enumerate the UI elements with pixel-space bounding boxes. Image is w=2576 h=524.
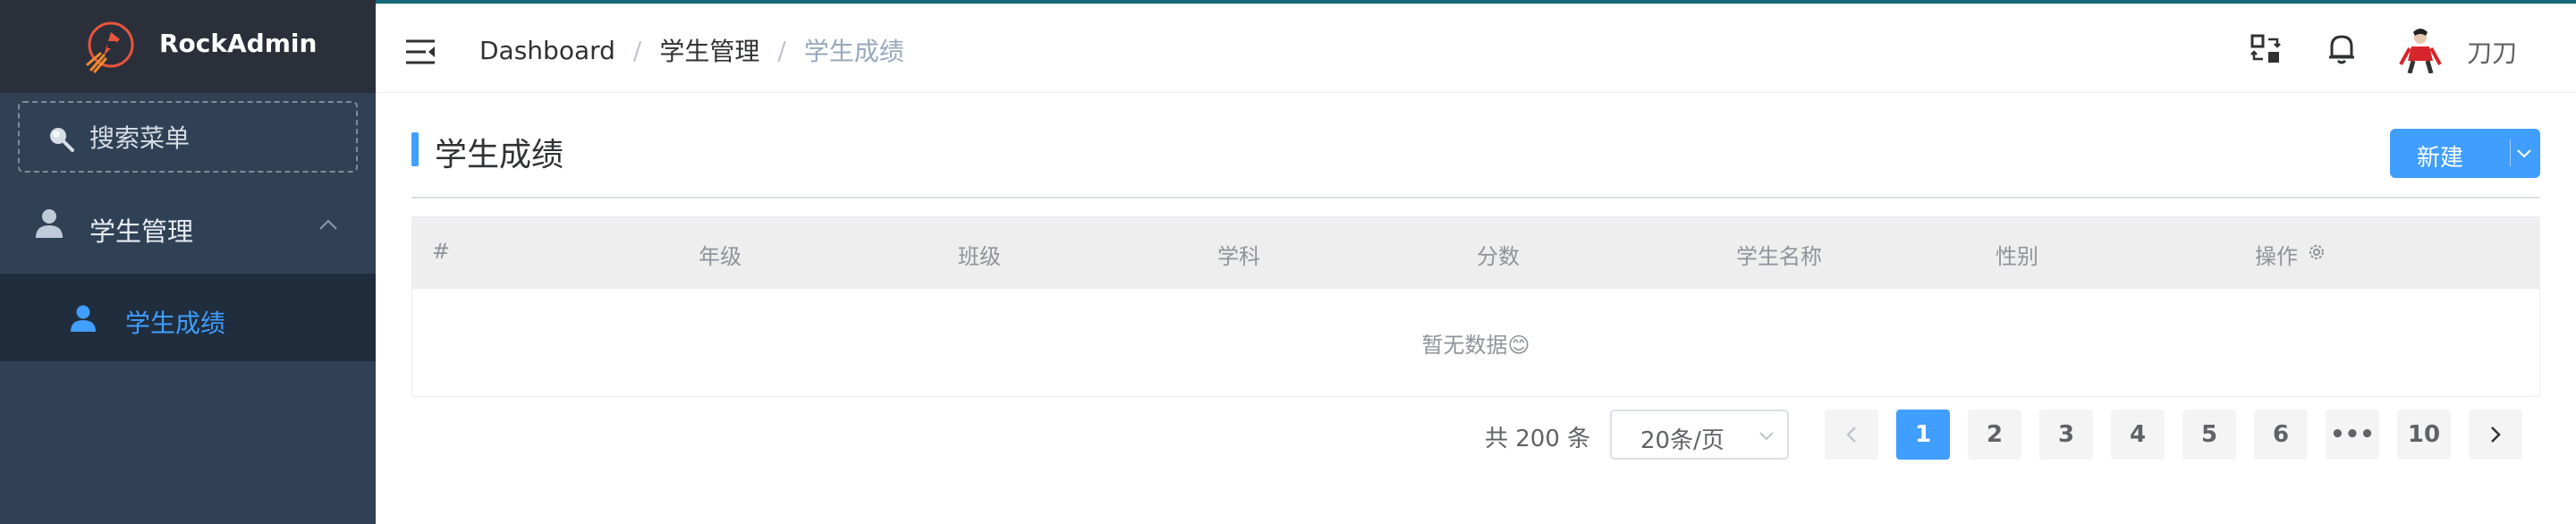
rocket-logo-icon — [86, 21, 134, 73]
page-button-3[interactable]: 3 — [2039, 410, 2093, 460]
column-header-subject: 学科 — [1217, 244, 1260, 269]
brand-name: RockAdmin — [159, 29, 318, 58]
page-size-value: 20条/页 — [1640, 427, 1724, 454]
column-header-student-name: 学生名称 — [1736, 244, 1822, 269]
prev-page-button[interactable] — [1825, 410, 1878, 460]
menu-toggle-icon[interactable] — [406, 39, 435, 64]
sidebar-item-label: 学生成绩 — [125, 308, 226, 338]
page-button-6[interactable]: 6 — [2254, 410, 2308, 460]
breadcrumb: Dashboard / 学生管理 / 学生成绩 — [479, 32, 904, 68]
title-divider — [411, 197, 2540, 199]
breadcrumb-separator: / — [632, 35, 642, 65]
breadcrumb-current: 学生成绩 — [803, 37, 904, 66]
page-button-1[interactable]: 1 — [1896, 410, 1950, 460]
page-button-5[interactable]: 5 — [2182, 410, 2236, 460]
breadcrumb-dashboard[interactable]: Dashboard — [479, 36, 615, 65]
chevron-down-icon[interactable] — [2516, 148, 2532, 159]
column-header-grade: 年级 — [699, 244, 741, 269]
avatar[interactable] — [2397, 27, 2444, 73]
new-button[interactable]: 新建 — [2390, 129, 2540, 178]
next-page-button[interactable] — [2469, 410, 2522, 460]
page-button-2[interactable]: 2 — [1968, 410, 2021, 460]
page-size-select[interactable]: 20条/页 — [1610, 410, 1789, 460]
gear-icon[interactable] — [2307, 242, 2326, 262]
empty-text: 暂无数据😊 — [1421, 332, 1530, 358]
more-pages-button[interactable]: ••• — [2326, 410, 2379, 460]
column-header-class: 班级 — [958, 244, 1001, 269]
new-button-label: 新建 — [2417, 145, 2464, 172]
page-button-4[interactable]: 4 — [2111, 410, 2165, 460]
chevron-down-icon — [1759, 432, 1774, 441]
table-header: # 年级 班级 学科 分数 学生名称 性别 操作 — [412, 217, 2539, 289]
page-title: 学生成绩 — [435, 137, 564, 173]
breadcrumb-separator: / — [777, 35, 786, 65]
column-header-score: 分数 — [1477, 244, 1520, 269]
sidebar-group-student-management[interactable]: 学生管理 — [0, 188, 376, 270]
chevron-up-icon — [319, 219, 337, 230]
chevron-left-icon — [1846, 427, 1856, 443]
bell-icon[interactable] — [2327, 32, 2356, 64]
search-icon — [50, 128, 74, 152]
menu-search-box[interactable] — [18, 101, 358, 173]
sidebar-item-student-scores[interactable]: 学生成绩 — [0, 274, 376, 361]
username[interactable]: 刀刀 — [2467, 34, 2517, 70]
sidebar-group-label: 学生管理 — [89, 216, 194, 247]
switch-icon[interactable] — [2250, 34, 2281, 64]
breadcrumb-student-management[interactable]: 学生管理 — [659, 32, 759, 68]
scores-table: # 年级 班级 学科 分数 学生名称 性别 操作 暂无数据😊 — [411, 216, 2540, 397]
page-button-10[interactable]: 10 — [2397, 410, 2451, 460]
column-header-actions: 操作 — [2255, 244, 2298, 269]
logo-bar[interactable]: RockAdmin — [0, 0, 376, 93]
menu-search-input[interactable] — [89, 115, 349, 160]
user-icon — [71, 305, 96, 332]
button-divider — [2510, 139, 2511, 166]
user-icon — [36, 209, 63, 238]
column-header-gender: 性别 — [1996, 244, 2038, 269]
sidebar: RockAdmin 学生管理 学生成绩 — [0, 0, 376, 524]
pagination-total: 共 200 条 — [1485, 426, 1591, 452]
title-accent-bar — [411, 132, 419, 166]
column-header-index: # — [432, 239, 451, 264]
chevron-right-icon — [2491, 427, 2501, 443]
empty-state: 暂无数据😊 — [412, 289, 2539, 396]
